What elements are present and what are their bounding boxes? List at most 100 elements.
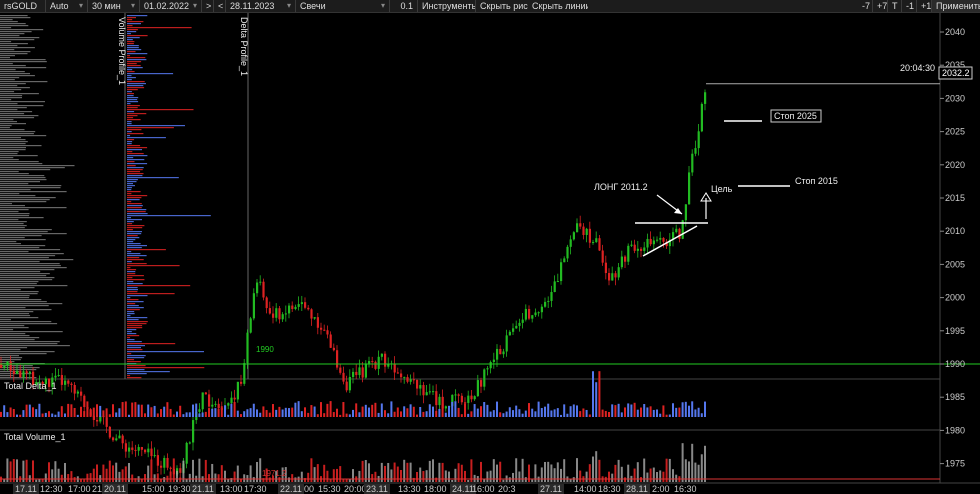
- candle-body: [454, 394, 457, 396]
- apply-button[interactable]: Применить: [932, 0, 980, 12]
- volume-bar: [681, 443, 684, 482]
- delta-profile-bar: [127, 221, 134, 223]
- candle-body: [256, 282, 259, 294]
- volume-bar: [307, 472, 310, 482]
- volume-profile-bar: [0, 339, 35, 341]
- chart-area[interactable]: 2040203520302025202020152010200520001995…: [0, 13, 980, 494]
- volume-profile-bar: [0, 233, 67, 235]
- scale-mode-select[interactable]: Auto: [46, 0, 88, 12]
- volume-bar: [51, 469, 54, 482]
- delta-bar: [108, 414, 111, 417]
- time-tick-label: 20:3: [498, 484, 516, 494]
- volume-bar: [508, 477, 511, 482]
- delta-bar: [489, 411, 492, 417]
- candle-body: [214, 403, 217, 405]
- plus7-button[interactable]: +7: [873, 0, 888, 12]
- volume-bar: [700, 454, 703, 482]
- delta-bar: [320, 402, 322, 417]
- step-field[interactable]: 0.1: [390, 0, 418, 12]
- time-tick-label: 13:00: [220, 484, 243, 494]
- volume-bar: [620, 466, 623, 482]
- date-to-field[interactable]: 28.11.2023: [226, 0, 296, 12]
- volume-bar: [473, 474, 476, 482]
- hide-drawings-button[interactable]: Скрыть рис.: [476, 0, 528, 12]
- candle-body: [188, 442, 191, 444]
- volume-bar: [531, 479, 534, 482]
- volume-bar: [672, 469, 674, 482]
- volume-profile-bar: [0, 179, 47, 181]
- delta-bar: [300, 411, 303, 417]
- delta-bar: [115, 412, 118, 417]
- minus1-button[interactable]: -1: [902, 0, 917, 12]
- volume-profile-bar: [0, 193, 20, 195]
- nav-next-button[interactable]: >: [202, 0, 214, 12]
- hide-lines-button[interactable]: Скрыть линии: [528, 0, 588, 12]
- delta-profile-bar: [127, 49, 142, 51]
- volume-profile-bar: [0, 19, 13, 21]
- volume-bar: [416, 471, 418, 482]
- volume-profile-bar: [0, 27, 12, 29]
- timeframe-select[interactable]: 30 мин: [88, 0, 140, 12]
- candle-body: [467, 395, 470, 403]
- tools-menu[interactable]: Инструменты: [418, 0, 476, 12]
- candle-body: [25, 371, 28, 374]
- candle-body: [358, 367, 361, 376]
- plus1-button[interactable]: +1: [917, 0, 932, 12]
- delta-bar: [131, 402, 134, 417]
- delta-profile-bar: [127, 281, 134, 283]
- chart-type-select[interactable]: Свечи: [296, 0, 390, 12]
- volume-bar: [288, 477, 290, 482]
- t-button[interactable]: T: [888, 0, 902, 12]
- time-tick-label: 22.11: [280, 484, 302, 494]
- candle-body: [166, 457, 169, 468]
- time-tick-label: 27.11: [540, 484, 562, 494]
- delta-bar: [288, 408, 290, 417]
- minus7-button[interactable]: -7: [858, 0, 873, 12]
- nav-prev-button[interactable]: <: [214, 0, 226, 12]
- delta-bar: [627, 403, 630, 417]
- volume-bar: [67, 474, 70, 482]
- volume-profile-bar: [0, 229, 52, 231]
- candle-body: [288, 305, 291, 314]
- delta-bar: [547, 403, 550, 417]
- candle-body: [275, 308, 278, 318]
- candle-body: [662, 237, 665, 242]
- volume-bar: [512, 472, 514, 482]
- candle-body: [435, 391, 438, 406]
- delta-profile-label: Delta Profile_1: [239, 17, 249, 76]
- volume-profile-bar: [0, 357, 23, 359]
- delta-bar: [476, 408, 479, 417]
- time-tick-label: 14:00: [574, 484, 597, 494]
- candle-body: [563, 258, 566, 263]
- candle-body: [329, 334, 332, 348]
- time-axis[interactable]: 17.11 12:30 17:00 21 20.11 15:00 19:30 21.11 13:…: [13, 484, 697, 494]
- candle-body: [688, 172, 691, 205]
- candle-body: [508, 331, 511, 336]
- volume-bar: [515, 458, 518, 482]
- stop-2025-annotation: Стоп 2025: [774, 111, 817, 121]
- volume-bar: [336, 468, 338, 482]
- volume-profile-bar: [0, 45, 18, 47]
- delta-bar: [227, 414, 230, 417]
- delta-profile-bar: [127, 103, 131, 105]
- candle-body: [492, 359, 495, 362]
- delta-profile-bar: [127, 207, 142, 209]
- candle-body: [627, 245, 630, 262]
- date-from-field[interactable]: 01.02.2022: [140, 0, 202, 12]
- volume-profile-bar: [0, 313, 30, 315]
- volume-profile-bar: [0, 33, 25, 35]
- candle-body: [380, 353, 383, 357]
- delta-bar: [425, 411, 428, 417]
- candle-body: [163, 457, 166, 468]
- delta-bar: [400, 411, 402, 417]
- candle-body: [464, 402, 467, 404]
- delta-profile-bar: [127, 315, 131, 317]
- delta-bar: [659, 413, 662, 417]
- volume-profile-bar: [0, 141, 28, 143]
- symbol-select[interactable]: rsGOLD: [0, 0, 46, 12]
- delta-bar: [614, 405, 617, 417]
- delta-profile-bar: [127, 165, 136, 167]
- price-tick-label: 1990: [945, 359, 965, 369]
- time-tick-label: 13:30: [398, 484, 421, 494]
- delta-bar: [96, 404, 98, 417]
